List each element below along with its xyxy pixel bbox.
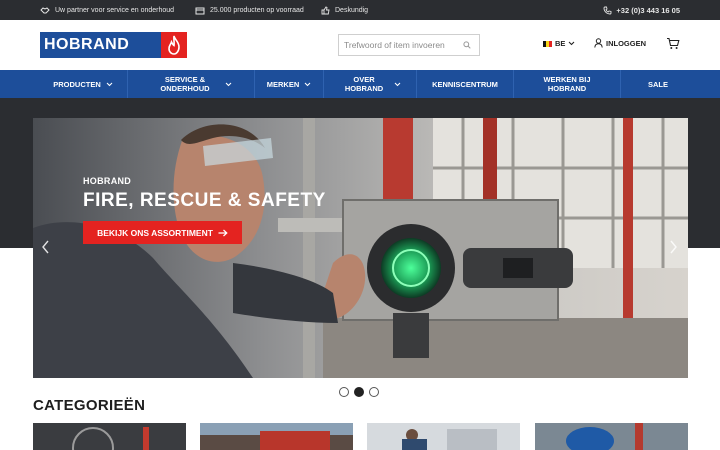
hero-title: FIRE, RESCUE & SAFETY — [83, 190, 326, 211]
cta-label: BEKIJK ONS ASSORTIMENT — [97, 227, 213, 238]
top-bar: Uw partner voor service en onderhoud 25.… — [0, 0, 720, 20]
site-header: HOBRAND BE INLOGGEN — [0, 20, 720, 70]
nav-item-kenniscentrum[interactable]: KENNISCENTRUM — [417, 70, 513, 98]
search-box[interactable] — [338, 34, 480, 56]
category-image — [367, 423, 520, 450]
phone-icon — [603, 6, 612, 14]
phone-link[interactable]: +32 (0)3 443 16 05 — [603, 0, 680, 20]
category-image — [535, 423, 688, 450]
category-card[interactable] — [535, 423, 688, 450]
chevron-down-icon — [569, 41, 575, 46]
chevron-down-icon — [225, 82, 232, 86]
belgium-flag-icon — [543, 40, 552, 47]
nav-item-sale[interactable]: SALE — [621, 70, 695, 98]
slider-pagination — [339, 387, 379, 397]
cart-icon — [667, 37, 680, 49]
chevron-left-icon — [42, 240, 49, 254]
nav-item-label: WERKEN BIJ HOBRAND — [543, 75, 591, 93]
nav-item-producten[interactable]: PRODUCTEN — [40, 70, 126, 98]
language-label: BE — [555, 39, 566, 48]
box-icon — [195, 7, 205, 14]
nav-item-merken[interactable]: MERKEN — [255, 70, 323, 98]
nav-item-label: PRODUCTEN — [53, 79, 101, 89]
user-icon — [594, 38, 603, 48]
hero-eyebrow: HOBRAND — [83, 176, 132, 186]
slider-next-arrow[interactable] — [669, 240, 678, 258]
usp-products-text: 25.000 producten op voorraad — [210, 6, 304, 14]
phone-number: +32 (0)3 443 16 05 — [616, 5, 680, 15]
language-selector[interactable]: BE — [543, 39, 575, 48]
category-card[interactable] — [33, 423, 186, 450]
category-card[interactable] — [200, 423, 353, 450]
login-link[interactable]: INLOGGEN — [594, 38, 646, 48]
nav-item-over-hobrand[interactable]: OVER HOBRAND — [324, 70, 416, 98]
cart-button[interactable] — [666, 37, 680, 55]
slider-dot-3[interactable] — [369, 387, 379, 397]
category-card[interactable] — [367, 423, 520, 450]
slider-dot-2[interactable] — [354, 387, 364, 397]
view-assortment-button[interactable]: BEKIJK ONS ASSORTIMENT — [83, 221, 242, 244]
usp-expert-text: Deskundig — [335, 6, 369, 14]
logo-text: HOBRAND — [44, 36, 130, 53]
nav-item-service-onderhoud[interactable]: SERVICE & ONDERHOUD — [128, 70, 254, 98]
nav-item-label: OVER HOBRAND — [344, 75, 384, 93]
handshake-icon — [40, 6, 50, 13]
categories-heading: CATEGORIEËN — [33, 397, 146, 414]
hobrand-logo[interactable]: HOBRAND — [40, 32, 187, 58]
login-label: INLOGGEN — [606, 38, 647, 48]
thumbs-up-icon — [321, 5, 330, 14]
chevron-down-icon — [106, 82, 113, 86]
chevron-down-icon — [394, 82, 401, 86]
flame-icon — [161, 32, 187, 58]
main-navigation: PRODUCTEN SERVICE & ONDERHOUD MERKEN OVE… — [0, 70, 720, 98]
nav-item-label: KENNISCENTRUM — [432, 79, 498, 89]
nav-item-label: SERVICE & ONDERHOUD — [160, 75, 210, 93]
hero-image — [33, 118, 688, 378]
hero-slider[interactable]: HOBRAND FIRE, RESCUE & SAFETY BEKIJK ONS… — [33, 118, 688, 378]
search-input[interactable] — [339, 40, 463, 50]
search-icon[interactable] — [463, 41, 471, 49]
category-image — [200, 423, 353, 450]
nav-item-label: MERKEN — [266, 79, 300, 89]
slider-dot-1[interactable] — [339, 387, 349, 397]
usp-service: Uw partner voor service en onderhoud — [40, 0, 174, 20]
nav-item-label: SALE — [647, 79, 668, 89]
usp-expert: Deskundig — [321, 0, 368, 20]
usp-service-text: Uw partner voor service en onderhoud — [55, 6, 175, 14]
chevron-right-icon — [670, 240, 677, 254]
arrow-right-icon — [218, 229, 228, 236]
slider-prev-arrow[interactable] — [41, 240, 50, 258]
chevron-down-icon — [304, 82, 311, 86]
category-image — [33, 423, 186, 450]
usp-products: 25.000 producten op voorraad — [195, 0, 304, 20]
nav-item-werken-bij-hobrand[interactable]: WERKEN BIJ HOBRAND — [514, 70, 620, 98]
